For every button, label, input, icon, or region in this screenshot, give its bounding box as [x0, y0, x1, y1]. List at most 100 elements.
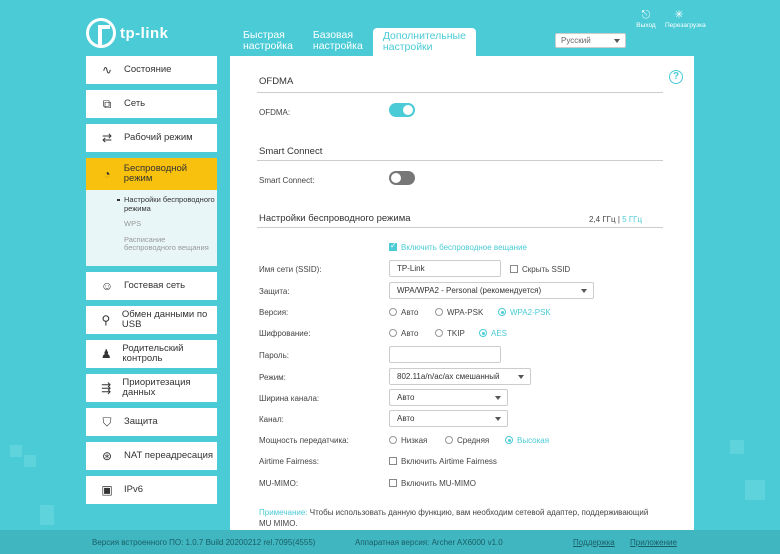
encryption-tkip-radio[interactable]	[435, 329, 443, 337]
password-input[interactable]	[389, 346, 501, 363]
tab-quick-setup[interactable]: Быстрая настройка	[233, 28, 303, 56]
encryption-aes-radio[interactable]	[479, 329, 487, 337]
encryption-auto-label: Авто	[401, 329, 419, 338]
sidebar-item-status[interactable]: ∿ Состояние	[86, 56, 217, 84]
mu-mimo-option-label: Включить MU-MIMO	[401, 479, 476, 488]
encryption-label: Шифрование:	[259, 329, 311, 338]
ipv6-icon: ▣	[101, 482, 113, 497]
hardware-version: Аппаратная версия: Archer AX6000 v1.0	[355, 538, 503, 547]
wifi-icon: ◔	[103, 167, 111, 181]
mode-select[interactable]: 802.11a/n/ac/ax смешанный	[389, 368, 531, 385]
smart-connect-toggle[interactable]	[389, 171, 415, 185]
chevron-down-icon	[495, 396, 501, 400]
band-separator: |	[617, 215, 620, 224]
help-icon[interactable]: ?	[669, 70, 683, 84]
ofdma-toggle[interactable]	[389, 103, 415, 117]
mode-label: Режим:	[259, 373, 286, 382]
sidebar-item-usb[interactable]: ⚲ Обмен данными по USB	[86, 305, 217, 334]
security-select[interactable]: WPA/WPA2 - Personal (рекомендуется)	[389, 282, 594, 299]
nat-icon: ⊛	[101, 448, 113, 463]
divider	[257, 92, 663, 93]
footer: Версия встроенного ПО: 1.0.7 Build 20200…	[0, 530, 780, 554]
chevron-down-icon	[581, 289, 587, 293]
firmware-version: Версия встроенного ПО: 1.0.7 Build 20200…	[92, 538, 316, 547]
security-label: Защита:	[259, 287, 290, 296]
bg-decoration	[745, 480, 765, 500]
airtime-checkbox[interactable]	[389, 457, 397, 465]
qos-icon: ⇶	[101, 380, 112, 395]
tp-link-logo: tp-link	[86, 18, 169, 48]
reboot-label: Перезагрузка	[665, 22, 706, 29]
ofdma-section-title: OFDMA	[259, 76, 294, 87]
encryption-auto-radio[interactable]	[389, 329, 397, 337]
sidebar-item-network[interactable]: ⧉ Сеть	[86, 90, 217, 118]
submenu-wireless-settings[interactable]: Настройки беспроводного режима	[124, 195, 217, 213]
hide-ssid-label: Скрыть SSID	[522, 265, 571, 274]
language-select[interactable]: Русский	[555, 33, 626, 48]
reboot-button[interactable]: ✳ Перезагрузка	[665, 9, 706, 29]
submenu-wps[interactable]: WPS	[124, 219, 217, 229]
version-wpa2-psk-radio[interactable]	[498, 308, 506, 316]
power-high-radio[interactable]	[505, 436, 513, 444]
sidebar-item-label: Защита	[124, 415, 158, 427]
tab-basic[interactable]: Базовая настройка	[303, 28, 373, 56]
logout-icon: ⎋	[641, 9, 651, 21]
submenu-wireless-schedule[interactable]: Расписание беспроводного вещания	[124, 235, 217, 253]
wireless-section-title: Настройки беспроводного режима	[259, 213, 411, 224]
sidebar-item-operation-mode[interactable]: ⇄ Рабочий режим	[86, 124, 217, 152]
mu-mimo-label: MU-MIMO:	[259, 479, 299, 488]
sidebar-item-guest-network[interactable]: ☺ Гостевая сеть	[86, 271, 217, 300]
enable-broadcast-checkbox[interactable]	[389, 241, 397, 251]
tab-advanced[interactable]: Дополнительные настройки	[372, 28, 476, 56]
sidebar-item-parental[interactable]: ♟ Родительский контроль	[86, 339, 217, 368]
sidebar-item-ipv6[interactable]: ▣ IPv6	[86, 475, 217, 504]
shield-icon: ⛉	[102, 414, 112, 429]
sidebar-item-label: Рабочий режим	[124, 132, 193, 143]
airtime-label: Airtime Fairness:	[259, 457, 320, 466]
power-high-label: Высокая	[517, 436, 550, 445]
enable-broadcast-label: Включить беспроводное вещание	[401, 243, 527, 252]
bg-decoration	[10, 445, 22, 457]
security-value: WPA/WPA2 - Personal (рекомендуется)	[397, 286, 542, 295]
version-wpa-psk-radio[interactable]	[435, 308, 443, 316]
top-tabs: Быстрая настройка Базовая настройка Допо…	[233, 28, 476, 56]
version-auto-radio[interactable]	[389, 308, 397, 316]
power-medium-label: Средняя	[457, 436, 490, 445]
sidebar-item-security[interactable]: ⛉ Защита	[86, 407, 217, 436]
channel-select[interactable]: Авто	[389, 410, 508, 427]
language-value: Русский	[561, 36, 591, 45]
sidebar-item-label: Гостевая сеть	[124, 279, 186, 291]
chevron-down-icon	[614, 39, 620, 43]
usb-icon: ⚲	[101, 312, 111, 327]
encryption-aes-label: AES	[491, 329, 508, 338]
band-5ghz-tab[interactable]: 5 ГГц	[622, 215, 642, 224]
ssid-input[interactable]: TP-Link	[389, 260, 501, 277]
version-wpa-psk-label: WPA-PSK	[447, 308, 484, 317]
note-text: Чтобы использовать данную функцию, вам н…	[259, 508, 649, 528]
band-24ghz-tab[interactable]: 2,4 ГГц	[589, 215, 616, 224]
smart-connect-section-title: Smart Connect	[259, 146, 323, 157]
ssid-label: Имя сети (SSID):	[259, 265, 322, 274]
support-link[interactable]: Поддержка	[573, 538, 615, 547]
reboot-icon: ✳	[674, 9, 684, 21]
sidebar-item-wireless[interactable]: ◔ Беспроводной режим	[86, 158, 217, 190]
sidebar-item-label: Обмен данными по USB	[121, 308, 208, 330]
tx-power-label: Мощность передатчика:	[259, 436, 349, 445]
power-medium-radio[interactable]	[445, 436, 453, 444]
sidebar-item-qos[interactable]: ⇶ Приоритезация данных	[86, 373, 217, 402]
channel-width-select[interactable]: Авто	[389, 389, 508, 406]
logout-button[interactable]: ⎋ Выход	[632, 9, 660, 29]
bg-decoration	[40, 505, 54, 525]
version-auto-label: Авто	[401, 308, 419, 317]
wireless-submenu: Настройки беспроводного режима WPS Распи…	[86, 190, 217, 266]
mu-mimo-checkbox[interactable]	[389, 479, 397, 487]
hide-ssid-checkbox[interactable]	[510, 265, 518, 273]
sidebar-item-nat[interactable]: ⊛ NAT переадресация	[86, 441, 217, 470]
divider	[257, 227, 663, 228]
password-label: Пароль:	[259, 351, 289, 360]
app-link[interactable]: Приложение	[630, 538, 677, 547]
mode-icon: ⇄	[101, 131, 113, 145]
parental-icon: ♟	[100, 346, 112, 361]
power-low-radio[interactable]	[389, 436, 397, 444]
airtime-option-label: Включить Airtime Fairness	[401, 457, 497, 466]
